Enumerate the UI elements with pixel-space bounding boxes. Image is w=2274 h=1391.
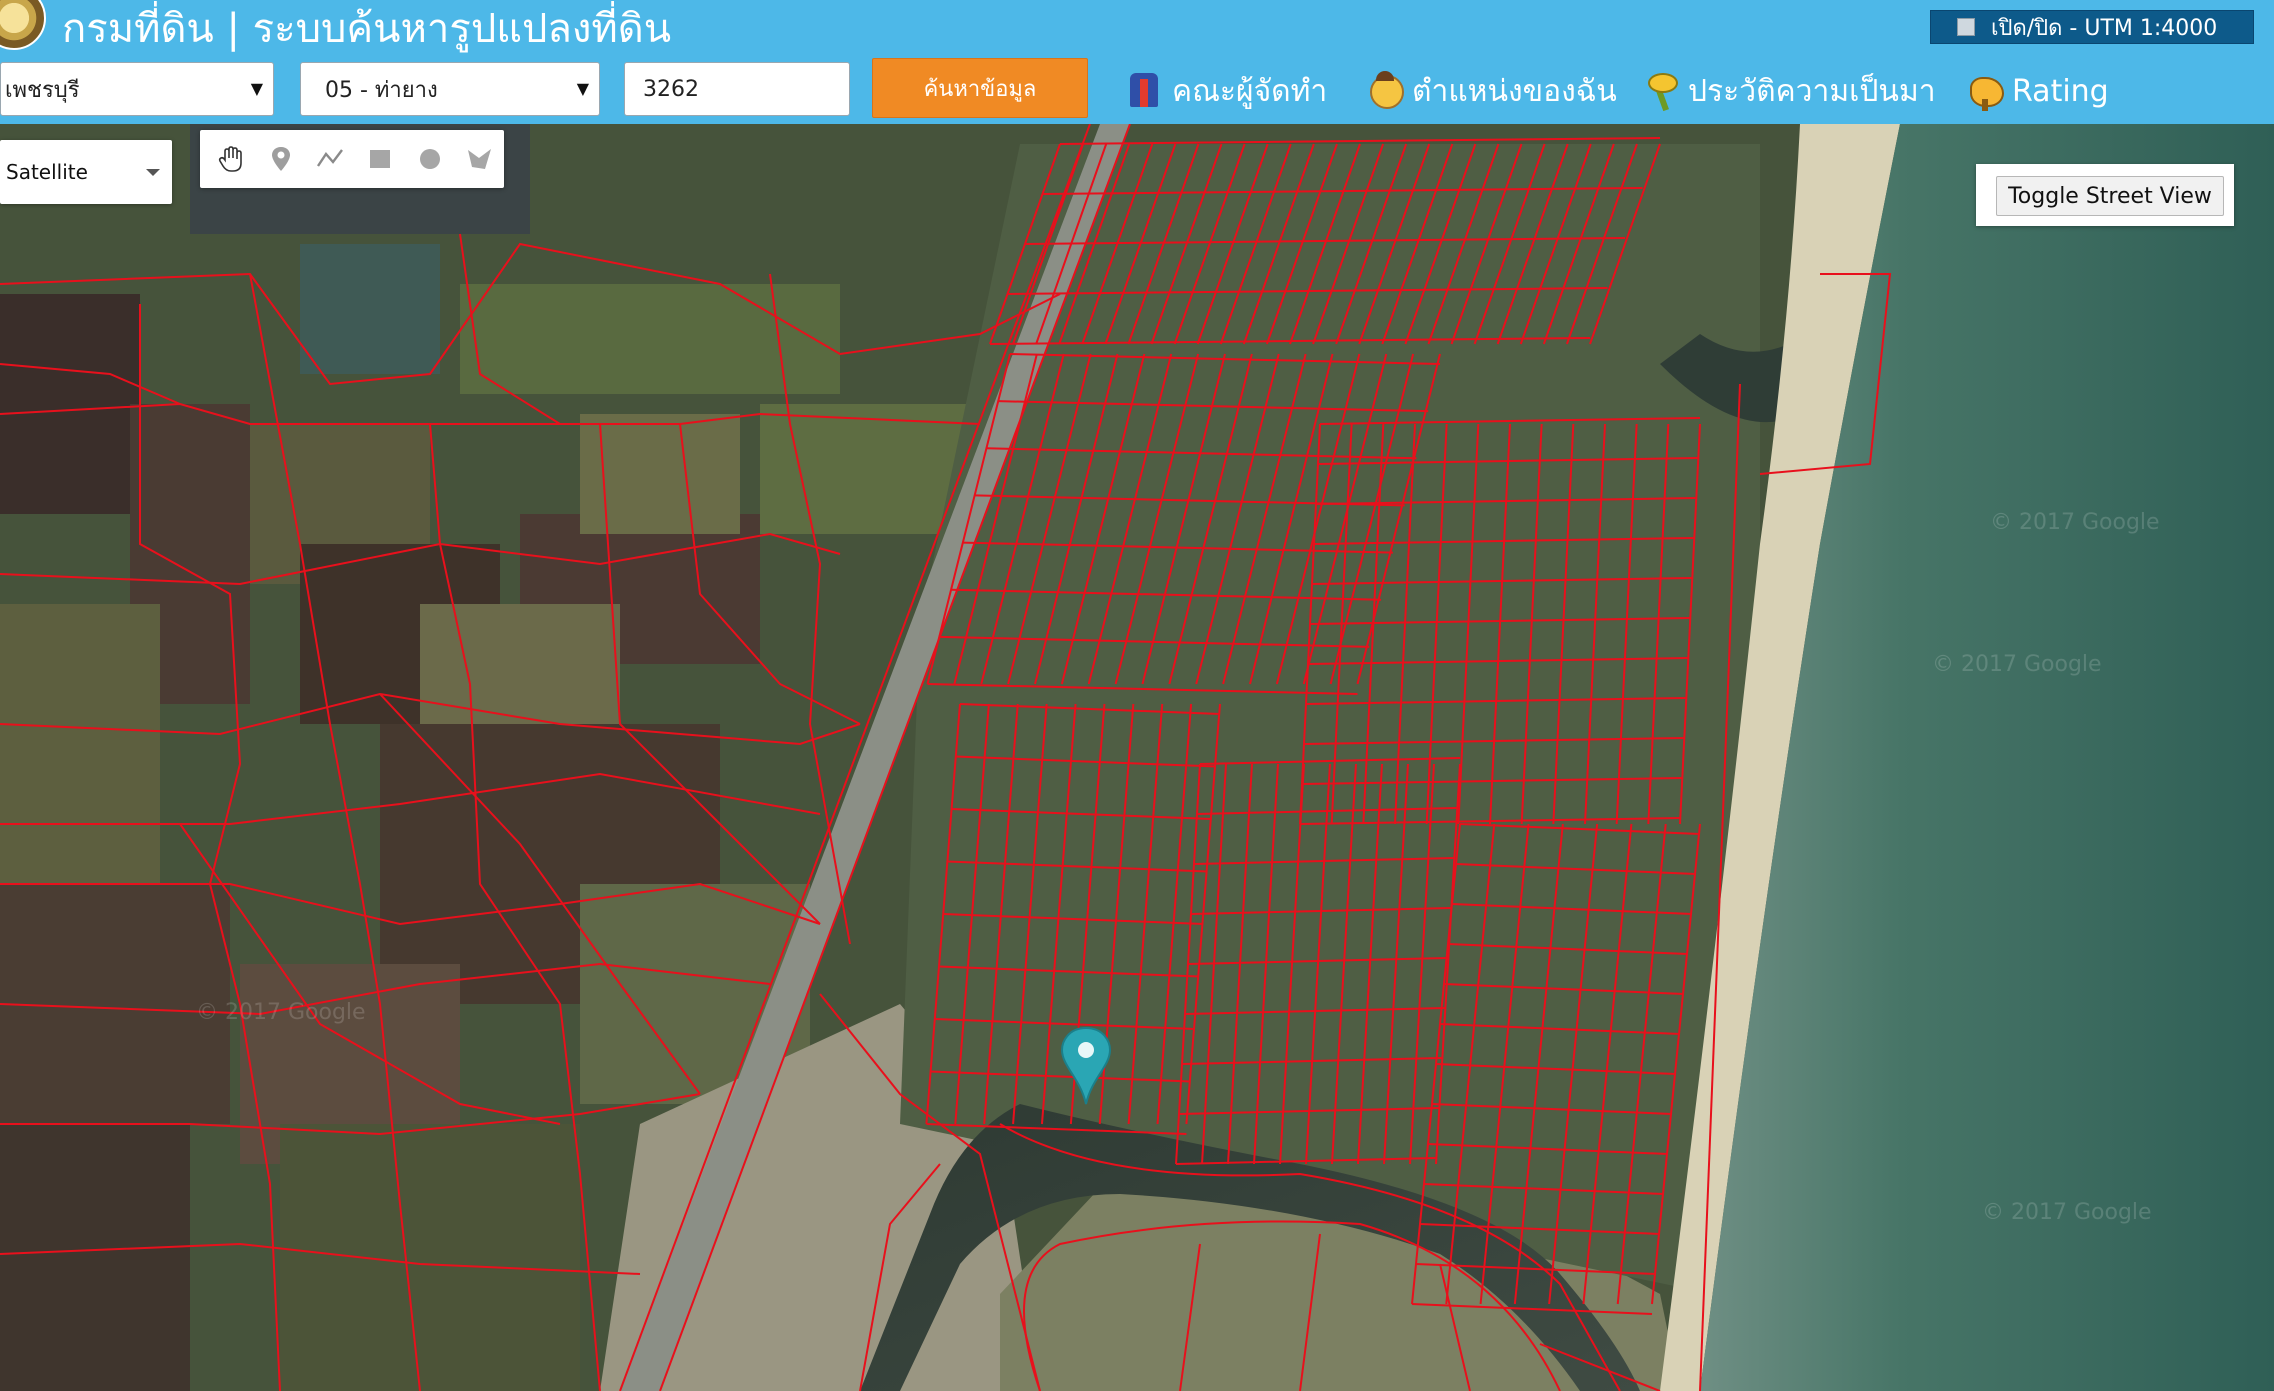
team-icon [1126, 71, 1164, 111]
nav-link-history-label: ประวัติความเป็นมา [1688, 73, 1936, 109]
hand-pan-icon[interactable] [206, 134, 256, 184]
province-select[interactable]: เพชรบุรี ▼ [0, 62, 274, 116]
thumbs-up-icon [1966, 71, 2004, 111]
satellite-map[interactable]: Satellite Toggle Street View © 2017 Goog… [0, 124, 2274, 1391]
map-watermark: © 2017 Google [1932, 652, 2102, 677]
circle-icon[interactable] [405, 134, 455, 184]
map-canvas[interactable] [0, 124, 2274, 1391]
parcel-number-input[interactable] [624, 62, 850, 116]
chevron-down-icon: ▼ [576, 79, 589, 98]
person-face-icon [1366, 71, 1404, 111]
nav-link-team[interactable]: คณะผู้จัดทำ [1126, 66, 1327, 116]
department-logo [0, 0, 46, 50]
sprout-icon [1642, 71, 1680, 111]
rectangle-icon[interactable] [355, 134, 405, 184]
utm-toggle[interactable]: เปิด/ปิด - UTM 1:4000 [1930, 10, 2254, 44]
marker-icon[interactable] [256, 134, 306, 184]
province-select-value: เพชรบุรี [5, 77, 80, 103]
chevron-down-icon [146, 169, 160, 176]
utm-checkbox[interactable] [1957, 18, 1975, 36]
map-watermark: © 2017 Google [196, 1000, 366, 1025]
nav-link-history[interactable]: ประวัติความเป็นมา [1642, 66, 1936, 116]
nav-link-rating-label: Rating [2012, 73, 2109, 109]
district-select[interactable]: 05 - ท่ายาง ▼ [300, 62, 600, 116]
nav-link-my-location[interactable]: ตำแหน่งของฉัน [1366, 66, 1617, 116]
utm-toggle-label: เปิด/ปิด - UTM 1:4000 [1991, 15, 2218, 41]
street-view-panel: Toggle Street View [1976, 164, 2234, 226]
district-select-value: 05 - ท่ายาง [325, 77, 438, 103]
toggle-street-view-button[interactable]: Toggle Street View [1996, 176, 2224, 216]
map-type-select[interactable]: Satellite [0, 140, 172, 204]
map-watermark: © 2017 Google [1990, 510, 2160, 535]
map-type-value: Satellite [6, 160, 88, 184]
search-button[interactable]: ค้นหาข้อมูล [872, 58, 1088, 118]
nav-link-team-label: คณะผู้จัดทำ [1172, 73, 1328, 109]
drawing-toolbar [200, 130, 504, 188]
chevron-down-icon: ▼ [250, 79, 263, 98]
nav-link-rating[interactable]: Rating [1966, 66, 2109, 116]
page-title: กรมที่ดิน | ระบบค้นหารูปแปลงที่ดิน [62, 6, 672, 52]
polygon-icon[interactable] [454, 134, 504, 184]
app-header: กรมที่ดิน | ระบบค้นหารูปแปลงที่ดิน เปิด/… [0, 0, 2274, 124]
nav-link-my-location-label: ตำแหน่งของฉัน [1412, 73, 1617, 109]
polyline-icon[interactable] [305, 134, 355, 184]
map-watermark: © 2017 Google [1982, 1200, 2152, 1225]
